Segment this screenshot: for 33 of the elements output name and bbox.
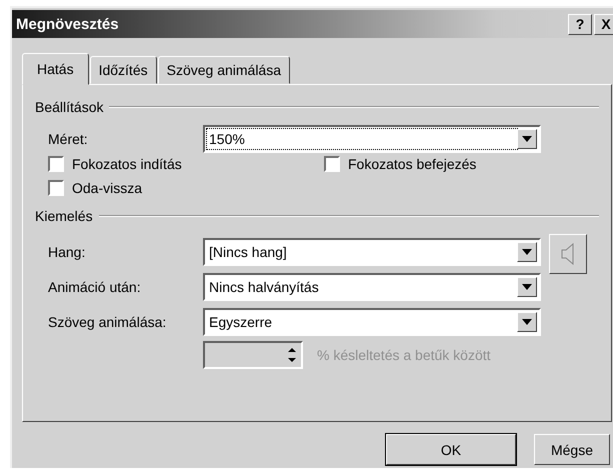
dialog-button[interactable]: Mégse <box>534 434 610 465</box>
dropdown-value: Egyszerre <box>208 312 274 332</box>
field-label: Méret: <box>48 130 89 146</box>
group-title: Kiemelés <box>35 208 93 224</box>
checkbox[interactable] <box>324 156 340 172</box>
group-title: Beállítások <box>35 99 104 115</box>
dropdown[interactable]: Nincs halványítás <box>203 272 541 300</box>
dropdown-value: 150% <box>207 128 517 148</box>
speaker-icon <box>561 243 575 265</box>
field-label: Animáció után: <box>48 278 142 294</box>
dropdown-value: Nincs halványítás <box>208 278 320 296</box>
checkbox-label: Fokozatos befejezés <box>348 156 476 172</box>
dropdown[interactable]: Egyszerre <box>203 308 541 336</box>
window-title: Megnövesztés <box>16 16 120 32</box>
tab[interactable]: Időzítés <box>90 56 157 84</box>
tab[interactable]: Hatás <box>22 53 89 85</box>
help-button[interactable]: ? <box>568 14 592 34</box>
dropdown-value: [Nincs hang] <box>208 242 288 262</box>
checkbox-label: Fokozatos indítás <box>72 156 182 172</box>
checkbox[interactable] <box>48 180 64 196</box>
dropdown[interactable]: [Nincs hang] <box>203 238 541 266</box>
checkbox-label: Oda-vissza <box>72 180 142 196</box>
dialog-button[interactable]: OK <box>386 434 516 465</box>
checkbox-option[interactable]: Fokozatos indítás <box>48 156 324 172</box>
checkbox[interactable] <box>48 156 64 172</box>
size-dropdown[interactable]: 150% <box>203 124 541 152</box>
tab[interactable]: Szöveg animálása <box>158 56 290 84</box>
field-label: Hang: <box>48 244 86 260</box>
delay-label: % késleltetés a betűk között <box>317 347 491 363</box>
field-label: Szöveg animálása: <box>48 314 168 330</box>
checkbox-option[interactable]: Oda-vissza <box>48 180 324 196</box>
checkbox-option[interactable]: Fokozatos befejezés <box>324 156 599 172</box>
close-button[interactable]: X <box>594 14 613 34</box>
